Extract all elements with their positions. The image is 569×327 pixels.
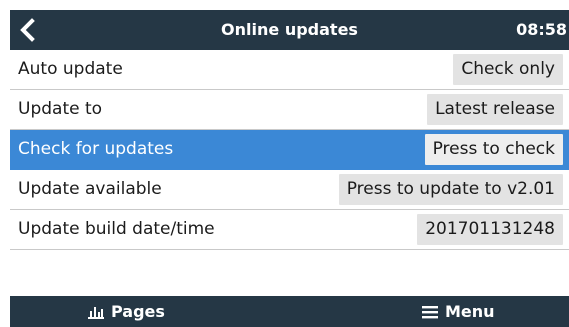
bar-chart-icon — [88, 306, 104, 319]
row-label: Update available — [18, 179, 162, 199]
row-label: Update build date/time — [18, 219, 215, 239]
settings-list: Auto update Check only Update to Latest … — [10, 50, 569, 250]
device-screen: Online updates 08:58 Auto update Check o… — [10, 10, 569, 327]
menu-button[interactable]: Menu — [422, 296, 495, 327]
row-label: Update to — [18, 99, 103, 119]
row-update-available[interactable]: Update available Press to update to v2.0… — [10, 170, 569, 210]
auto-update-value[interactable]: Check only — [453, 54, 563, 85]
update-to-value[interactable]: Latest release — [427, 94, 563, 125]
hamburger-icon — [422, 305, 438, 318]
row-check-for-updates[interactable]: Check for updates Press to check — [10, 130, 569, 170]
row-label: Auto update — [18, 59, 123, 79]
pages-label: Pages — [111, 302, 165, 321]
pages-button[interactable]: Pages — [88, 296, 165, 327]
menu-label: Menu — [445, 302, 495, 321]
row-build-date: Update build date/time 201701131248 — [10, 210, 569, 250]
row-update-to[interactable]: Update to Latest release — [10, 90, 569, 130]
page-title: Online updates — [221, 20, 358, 39]
clock-time: 08:58 — [516, 20, 567, 39]
footer-bar: Pages Menu — [10, 296, 569, 327]
update-now-button[interactable]: Press to update to v2.01 — [338, 174, 563, 205]
row-label: Check for updates — [18, 139, 174, 159]
header-bar: Online updates 08:58 — [10, 10, 569, 50]
build-date-value: 201701131248 — [417, 214, 563, 245]
row-auto-update[interactable]: Auto update Check only — [10, 50, 569, 90]
check-updates-button[interactable]: Press to check — [424, 134, 563, 165]
